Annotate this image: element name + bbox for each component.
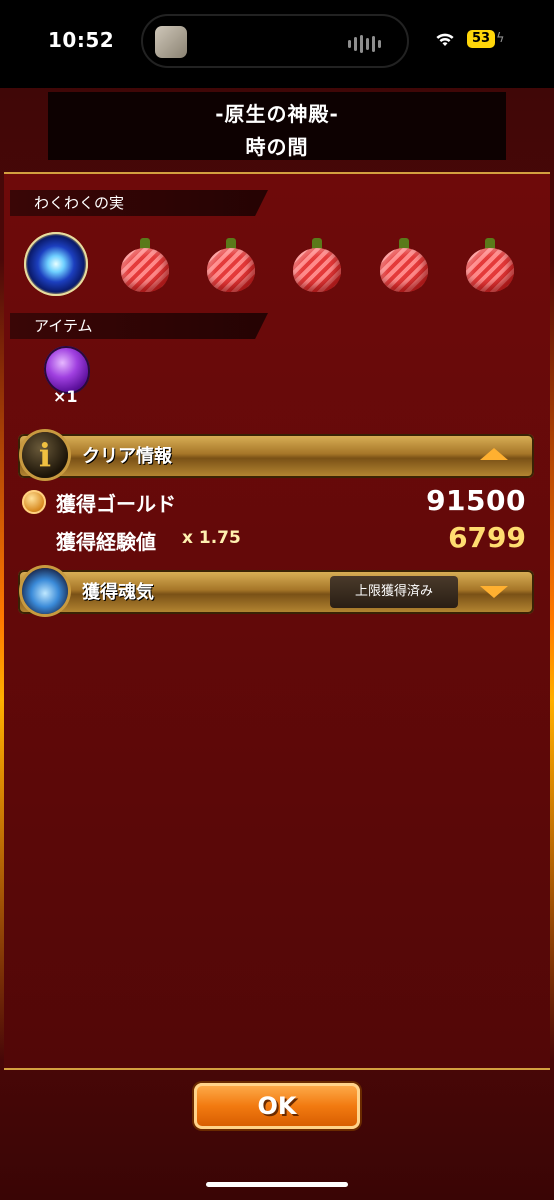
exp-label: 獲得経験値: [56, 530, 156, 554]
fruit-icon[interactable]: [378, 238, 430, 292]
items-section-label: アイテム: [10, 313, 268, 339]
blue-orb-icon[interactable]: [24, 232, 88, 296]
info-icon: i: [22, 432, 68, 478]
chevron-down-icon[interactable]: [480, 586, 508, 598]
soul-flame-icon: [22, 568, 68, 614]
fruit-reward-list: [22, 232, 532, 302]
gold-coin-icon: [22, 490, 46, 514]
clear-info-header[interactable]: i クリア情報: [18, 432, 534, 478]
soul-cap-badge: 上限獲得済み: [330, 576, 458, 608]
fruit-icon[interactable]: [464, 238, 516, 292]
battery-indicator: 53: [467, 30, 495, 48]
stage-title: 時の間: [245, 135, 309, 159]
ok-button[interactable]: OK: [194, 1083, 360, 1129]
audio-wave-icon: [348, 35, 381, 53]
clear-info-label: クリア情報: [82, 446, 172, 467]
soul-header[interactable]: 獲得魂気 上限獲得済み: [18, 568, 534, 614]
fruit-icon[interactable]: [291, 238, 343, 292]
soul-label: 獲得魂気: [82, 582, 154, 603]
charging-bolt-icon: ϟ: [496, 31, 505, 46]
now-playing-thumbnail: [155, 26, 187, 58]
status-bar: 10:52 53 ϟ: [0, 0, 554, 88]
gold-value: 91500: [426, 484, 526, 517]
results-panel: [4, 172, 550, 1070]
wifi-icon: [436, 33, 454, 46]
exp-multiplier: x 1.75: [182, 528, 241, 548]
exp-value: 6799: [448, 521, 526, 554]
dungeon-title: -原生の神殿-: [215, 102, 339, 126]
fruit-icon[interactable]: [119, 238, 171, 292]
dynamic-island[interactable]: [141, 14, 409, 68]
fruits-section-label: わくわくの実: [10, 190, 268, 216]
item-quantity: ×1: [53, 387, 78, 406]
home-indicator[interactable]: [206, 1182, 348, 1187]
status-time: 10:52: [48, 28, 115, 52]
chevron-up-icon[interactable]: [480, 448, 508, 460]
fruit-icon[interactable]: [205, 238, 257, 292]
gold-label: 獲得ゴールド: [56, 492, 176, 516]
